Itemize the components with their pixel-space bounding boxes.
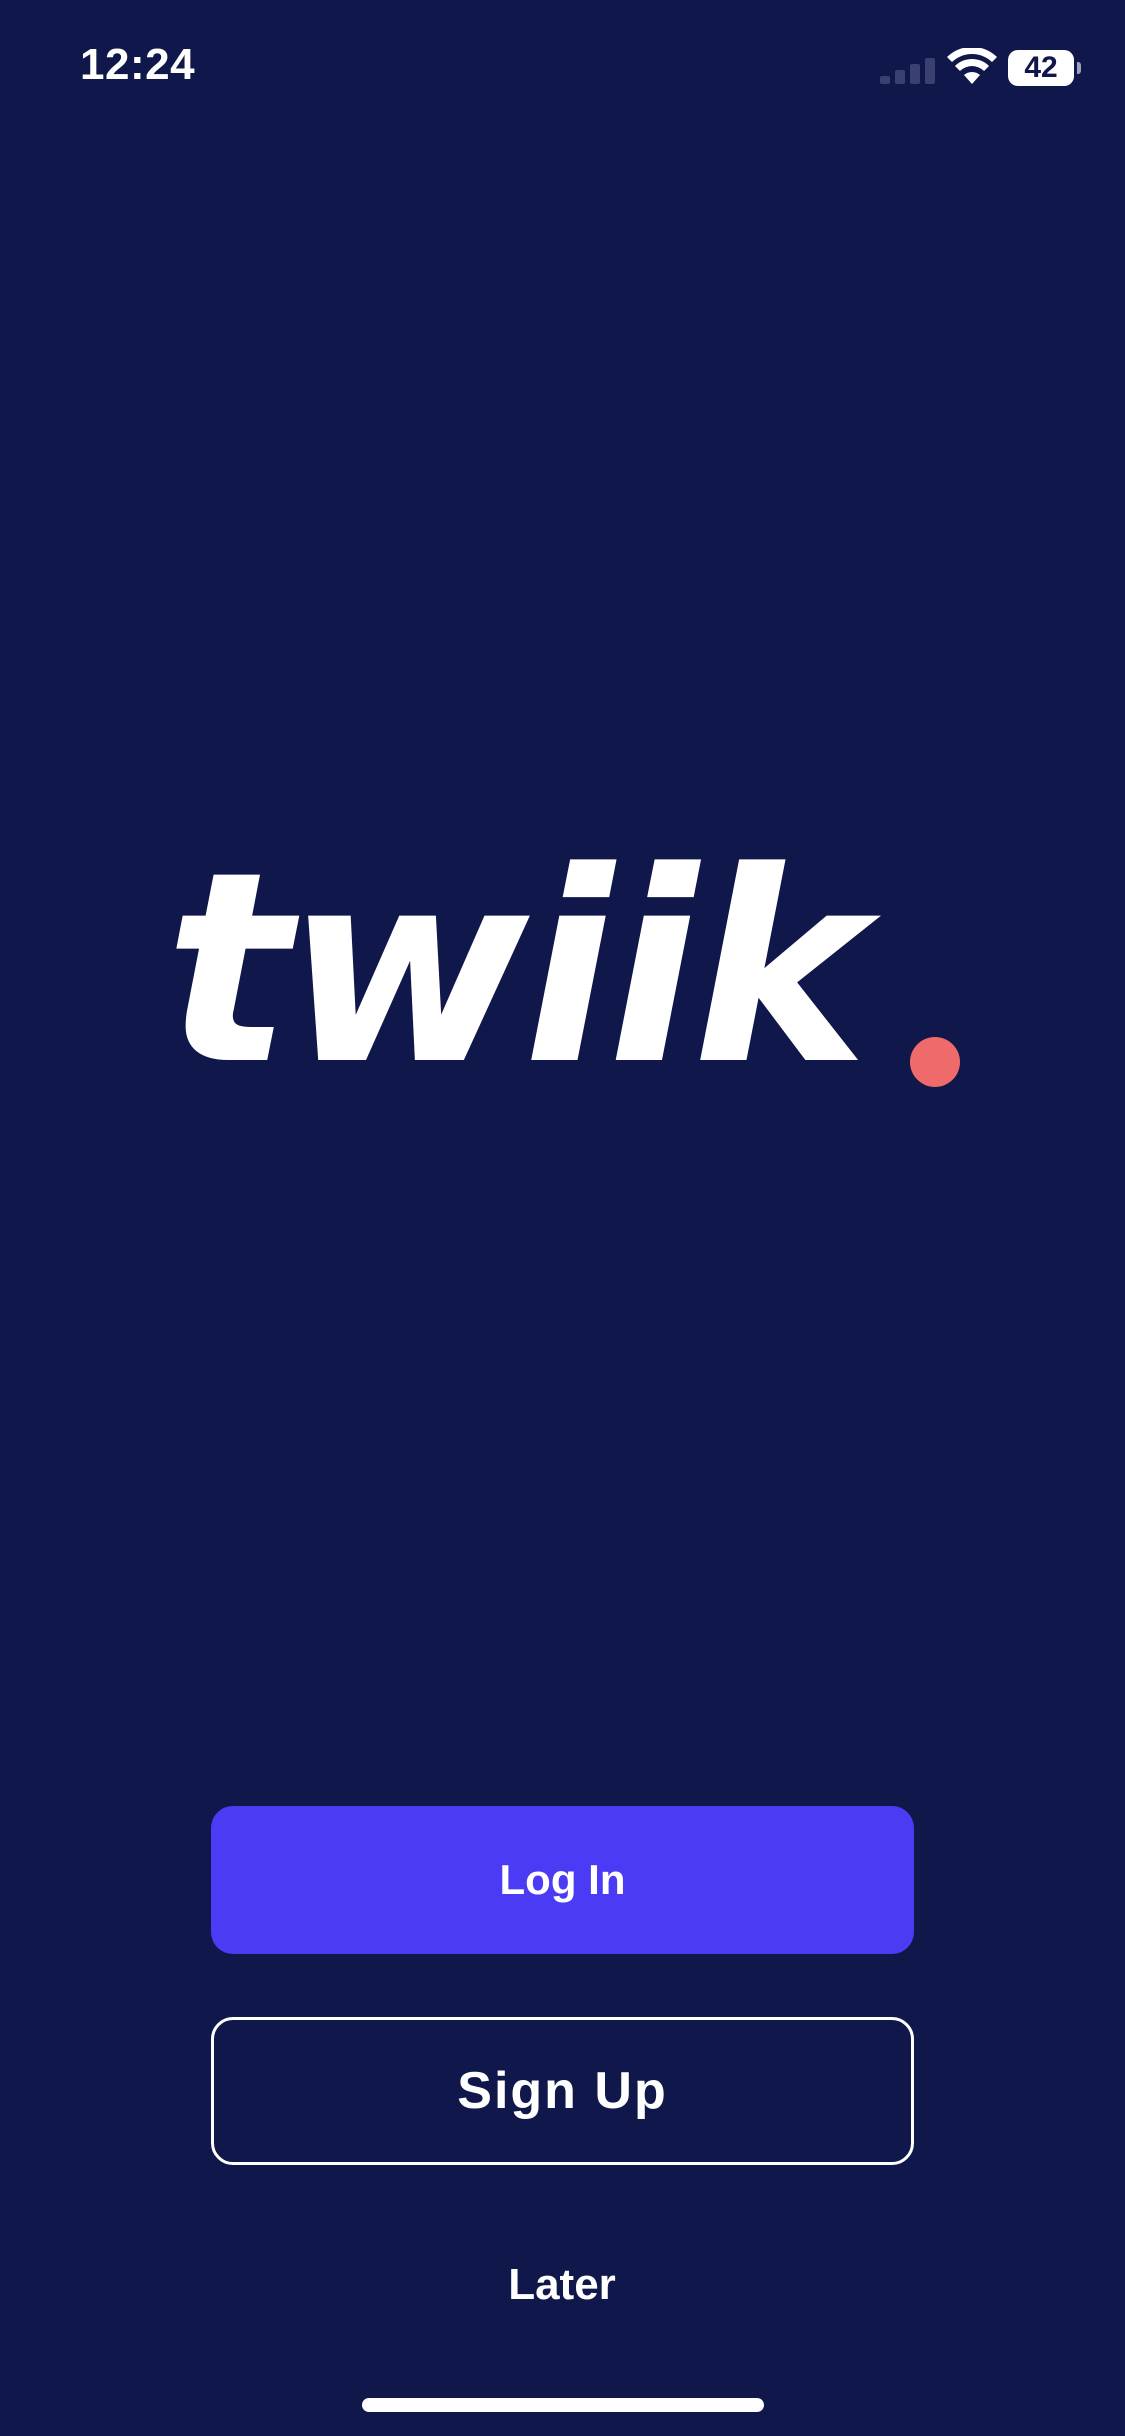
signal-icon xyxy=(880,58,935,84)
status-bar: 12:24 42 xyxy=(0,0,1125,140)
battery-level: 42 xyxy=(1024,51,1058,84)
logo-dot xyxy=(910,1037,960,1087)
later-button[interactable]: Later xyxy=(412,2240,712,2330)
logo-wordmark: twiik xyxy=(165,816,868,1123)
home-indicator xyxy=(362,2398,764,2412)
battery-cap xyxy=(1077,62,1081,74)
app-logo: twiik xyxy=(165,816,965,1123)
login-button[interactable]: Log In xyxy=(211,1806,914,1954)
wifi-icon xyxy=(947,48,997,84)
status-time: 12:24 xyxy=(80,40,196,89)
signup-button[interactable]: Sign Up xyxy=(211,2017,914,2165)
battery-icon: 42 xyxy=(1008,50,1081,86)
battery-body: 42 xyxy=(1008,50,1074,86)
